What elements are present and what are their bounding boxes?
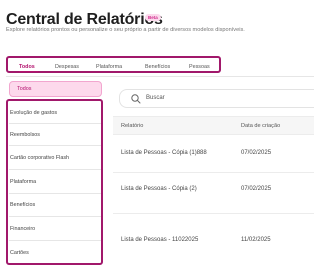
category-tabs: Todos Despesas Plataforma Benefícios Pes… <box>6 56 221 73</box>
tab-plataforma[interactable]: Plataforma <box>96 64 122 70</box>
sidebar-item-todos[interactable]: Todos <box>9 81 102 97</box>
report-name[interactable]: Lista de Pessoas - Cópia (1)888 <box>121 150 207 156</box>
sidebar-item-cartoes[interactable]: Cartões <box>10 250 29 256</box>
column-header-data-de-criacao: Data de criação <box>241 123 281 129</box>
report-date: 11/02/2025 <box>241 237 271 243</box>
divider <box>113 213 314 214</box>
divider <box>113 172 314 173</box>
divider <box>9 145 101 146</box>
page-subtitle: Explore relatórios prontos ou personaliz… <box>6 27 245 33</box>
report-name[interactable]: Lista de Pessoas - 11022025 <box>121 237 198 243</box>
tab-pessoas[interactable]: Pessoas <box>189 64 210 70</box>
sidebar-item-plataforma[interactable]: Plataforma <box>10 179 36 185</box>
sidebar-item-label: Todos <box>17 86 32 92</box>
report-date: 07/02/2025 <box>241 150 272 156</box>
tab-beneficios[interactable]: Benefícios <box>145 64 170 70</box>
divider <box>9 123 101 124</box>
table-header: Relatório Data de criação <box>113 116 314 135</box>
active-tab-indicator <box>19 71 38 73</box>
divider <box>9 216 101 217</box>
beta-badge: Beta <box>145 14 161 21</box>
report-name[interactable]: Lista de Pessoas - Cópia (2) <box>121 186 197 192</box>
sidebar-item-financeiro[interactable]: Financeiro <box>10 226 35 232</box>
search-placeholder: Buscar <box>146 95 165 101</box>
search-icon <box>131 94 141 104</box>
divider <box>9 169 101 170</box>
sidebar-item-cartao-corporativo-flash[interactable]: Cartão corporativo Flash <box>10 155 69 161</box>
report-date: 07/02/2025 <box>241 186 272 192</box>
divider <box>9 193 101 194</box>
sidebar-item-reembolsos[interactable]: Reembolsos <box>10 132 40 138</box>
tab-todos[interactable]: Todos <box>19 64 35 70</box>
divider <box>9 240 101 241</box>
sidebar-item-beneficios[interactable]: Benefícios <box>10 202 35 208</box>
tab-despesas[interactable]: Despesas <box>55 64 79 70</box>
column-header-relatorio: Relatório <box>121 123 144 129</box>
sidebar-item-evolucao-de-gastos[interactable]: Evolução de gastos <box>10 110 57 116</box>
tabs-divider <box>6 76 314 77</box>
